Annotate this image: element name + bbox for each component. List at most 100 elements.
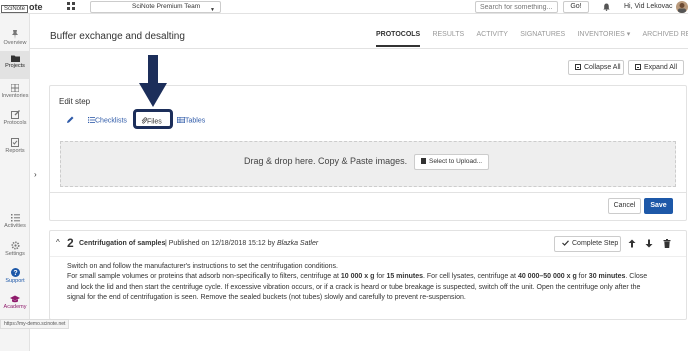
- tab-inventories[interactable]: INVENTORIES ▾: [577, 25, 630, 45]
- step-number: 2: [67, 236, 74, 250]
- sidebar-item-overview[interactable]: Overview: [0, 30, 30, 46]
- bold-run: 40 000–50 000 x g: [517, 273, 577, 281]
- arrow-up-icon[interactable]: [628, 239, 636, 248]
- select-to-upload-button[interactable]: Select to Upload...: [414, 154, 489, 170]
- gear-icon: [10, 241, 20, 250]
- search-input[interactable]: [475, 1, 558, 13]
- collapse-all-label: Collapse All: [584, 64, 621, 71]
- plus-square-icon: [635, 64, 641, 70]
- complete-step-label: Complete Step: [572, 240, 619, 247]
- text-run: for: [576, 273, 589, 281]
- step-line-3: and lock the lid and then start the cent…: [67, 283, 641, 291]
- expand-all-label: Expand All: [644, 64, 678, 71]
- logo-tail: ote: [29, 2, 43, 12]
- go-button[interactable]: Go!: [563, 1, 589, 13]
- sidebar-item-settings[interactable]: Settings: [0, 241, 30, 257]
- team-select[interactable]: SciNote Premium Team ▼: [90, 1, 221, 13]
- collapse-step-icon[interactable]: ^: [56, 238, 60, 247]
- folder-icon: [10, 55, 20, 62]
- drop-zone-text: Drag & drop here. Copy & Paste images.: [244, 156, 408, 166]
- checklist-icon: [11, 138, 19, 147]
- list-icon: [88, 117, 95, 123]
- step-line-4: signal for the end of centrifugation is …: [67, 293, 466, 301]
- task-tabs: PROTOCOLS RESULTS ACTIVITY SIGNATURES IN…: [376, 25, 688, 47]
- graduation-cap-icon: [10, 295, 20, 303]
- cancel-button[interactable]: Cancel: [608, 198, 641, 214]
- status-bar-url: https://my-demo.scinote.net: [0, 319, 70, 329]
- sidebar-item-projects[interactable]: Projects: [0, 51, 30, 79]
- svg-text:?: ?: [13, 270, 17, 277]
- sidebar-toggle-icon[interactable]: ›: [34, 170, 37, 179]
- text-run: . For cell lysates, centrifuge at: [423, 273, 518, 281]
- avatar-image: [678, 3, 686, 13]
- minus-square-icon: [575, 64, 581, 70]
- expand-all-button[interactable]: Expand All: [628, 60, 684, 75]
- tab-signatures[interactable]: SIGNATURES: [520, 25, 565, 45]
- trash-icon[interactable]: [663, 239, 671, 248]
- list-icon: [10, 214, 20, 222]
- sidebar-item-activities[interactable]: Activities: [0, 214, 30, 229]
- step-divider: [50, 256, 686, 257]
- step-line-2: For small sample volumes or proteins tha…: [67, 272, 682, 282]
- arrow-down-icon[interactable]: [645, 239, 653, 248]
- table-icon: [177, 117, 186, 124]
- bold-run: 15 minutes: [386, 273, 424, 281]
- tables-tab[interactable]: Tables: [177, 117, 205, 125]
- bold-run: 30 minutes: [588, 273, 626, 281]
- sidebar-item-label: Settings: [5, 251, 25, 257]
- scinote-logo[interactable]: SciNote ote: [1, 2, 49, 13]
- step-description: Switch on and follow the manufacturer's …: [67, 262, 682, 303]
- text-run: For small sample volumes or proteins tha…: [67, 273, 341, 281]
- tables-label: Tables: [185, 117, 206, 125]
- pencil-icon[interactable]: [66, 116, 74, 124]
- sidebar-item-reports[interactable]: Reports: [0, 138, 30, 154]
- sidebar-item-label: Inventories: [1, 93, 29, 99]
- tab-results[interactable]: RESULTS: [432, 25, 464, 45]
- sidebar-item-label: Academy: [3, 304, 27, 310]
- sidebar-item-label: Overview: [3, 40, 27, 46]
- grid-icon: [11, 84, 19, 92]
- step-meta: | Published on 12/18/2018 15:12 by Blazk…: [165, 240, 318, 247]
- collapse-all-button[interactable]: Collapse All: [568, 60, 624, 75]
- top-bar: SciNoteote SciNote Premium Team ▼ Go! Hi…: [0, 0, 688, 14]
- bold-run: 10 000 x g: [340, 273, 375, 281]
- sidebar-item-protocols[interactable]: Protocols: [0, 110, 30, 126]
- step-name: Centrifugation of samples: [79, 240, 166, 247]
- panel-divider: [50, 192, 686, 193]
- sidebar-item-support[interactable]: ? Support: [0, 268, 30, 284]
- sidebar-item-label: Support: [5, 278, 25, 284]
- chevron-down-icon: ▼: [210, 7, 215, 13]
- step-line-1: Switch on and follow the manufacturer's …: [67, 263, 338, 270]
- apps-grid-icon[interactable]: [67, 2, 75, 10]
- text-run: . Close: [625, 273, 648, 281]
- pin-icon: [12, 30, 18, 39]
- bell-icon[interactable]: [603, 3, 610, 11]
- step-author: Blazka Satler: [276, 240, 319, 247]
- step-published-text: | Published on 12/18/2018 15:12 by: [165, 240, 277, 247]
- avatar[interactable]: [676, 1, 688, 13]
- save-button[interactable]: Save: [644, 198, 673, 214]
- arrow-down-icon: [139, 55, 167, 107]
- user-greeting[interactable]: Hi, Vid Lekovac: [624, 2, 673, 12]
- edit-step-title: Edit step: [59, 97, 91, 106]
- sidebar-item-academy[interactable]: Academy: [0, 295, 30, 310]
- files-highlight-box: [133, 109, 173, 129]
- left-sidebar: Overview Projects Inventories Protocols …: [0, 14, 30, 351]
- check-icon: [562, 239, 569, 246]
- page-title: Buffer exchange and desalting: [50, 31, 185, 42]
- pencil-square-icon: [10, 110, 20, 119]
- upload-label: Select to Upload...: [429, 158, 483, 165]
- tab-activity[interactable]: ACTIVITY: [476, 25, 508, 45]
- complete-step-button[interactable]: Complete Step: [554, 236, 621, 252]
- file-icon: [421, 158, 426, 164]
- tab-protocols[interactable]: PROTOCOLS: [376, 25, 421, 47]
- sidebar-item-inventories[interactable]: Inventories: [0, 84, 30, 99]
- sidebar-item-label: Reports: [5, 148, 25, 154]
- tab-archived-results[interactable]: ARCHIVED RESULTS: [642, 25, 688, 45]
- checklists-label: Checklists: [95, 117, 127, 125]
- header-divider: [30, 48, 688, 49]
- text-run: for: [374, 273, 387, 281]
- checklists-tab[interactable]: Checklists: [88, 117, 127, 125]
- logo-box: SciNote: [1, 5, 29, 13]
- sidebar-item-label: Activities: [4, 223, 26, 229]
